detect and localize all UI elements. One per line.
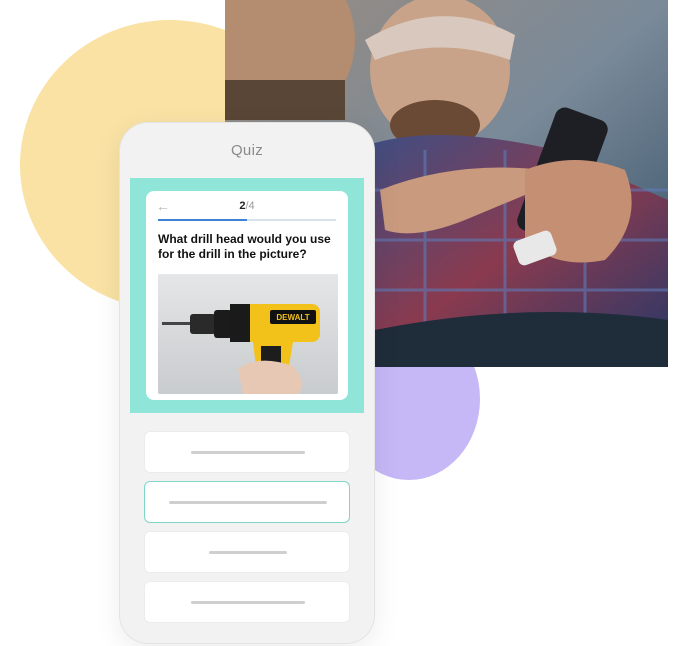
phone-mockup: Quiz ← 2/4 What drill head would you use… <box>120 123 374 643</box>
question-panel: ← 2/4 What drill head would you use for … <box>130 178 364 413</box>
drill-brand-logo: DEWALT <box>276 313 309 322</box>
answer-placeholder-line <box>209 551 287 554</box>
drill-image: DEWALT <box>158 274 338 394</box>
answer-list <box>144 431 350 631</box>
question-text: What drill head would you use for the dr… <box>158 232 331 261</box>
total-steps: 4 <box>248 200 255 212</box>
answer-placeholder-line <box>191 601 305 604</box>
progress-counter: 2/4 <box>146 200 348 212</box>
app-title: Quiz <box>230 142 264 159</box>
quiz-progress-header: ← 2/4 <box>146 191 348 224</box>
app-header: Quiz <box>120 123 374 178</box>
progress-bar-fill <box>158 219 247 221</box>
answer-option-4[interactable] <box>144 581 350 623</box>
answer-option-1[interactable] <box>144 431 350 473</box>
answer-placeholder-line <box>191 451 305 454</box>
answer-option-3[interactable] <box>144 531 350 573</box>
answer-option-2-selected[interactable] <box>144 481 350 523</box>
answer-placeholder-line <box>169 501 327 504</box>
question-card: ← 2/4 What drill head would you use for … <box>146 191 348 400</box>
progress-bar <box>158 219 336 221</box>
